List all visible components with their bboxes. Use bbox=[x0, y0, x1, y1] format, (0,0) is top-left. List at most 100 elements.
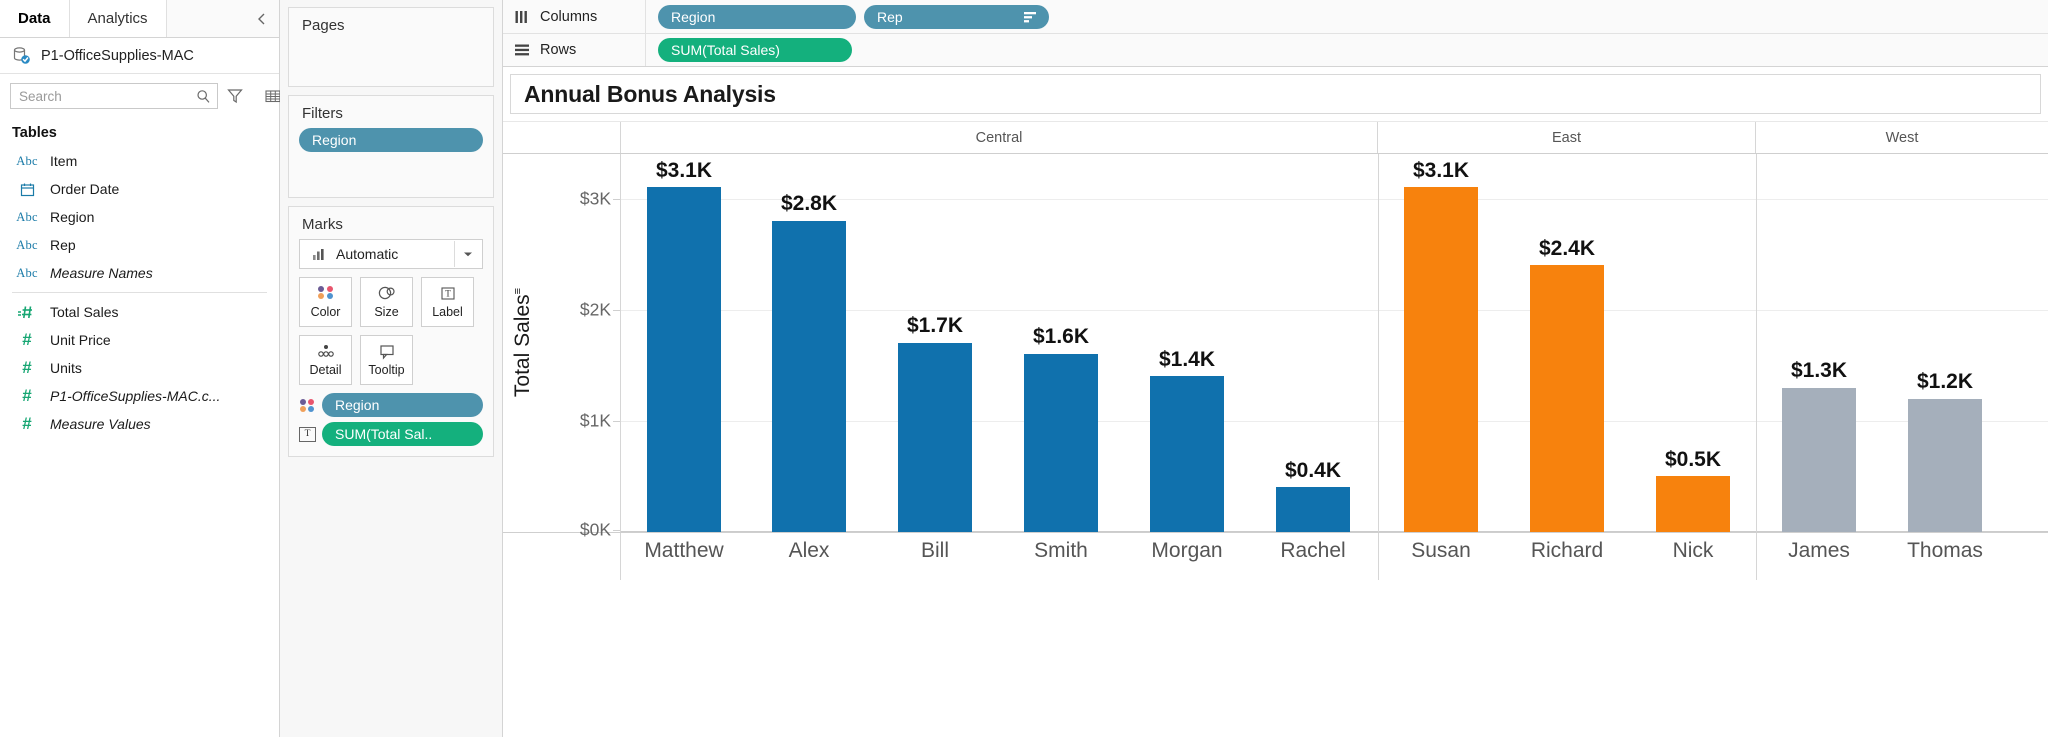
columns-pill-region[interactable]: Region bbox=[658, 4, 856, 29]
bar-nick[interactable] bbox=[1656, 476, 1730, 532]
tab-data[interactable]: Data bbox=[0, 0, 69, 37]
marks-detail-button[interactable]: Detail bbox=[299, 335, 352, 385]
field-label: Measure Values bbox=[50, 416, 151, 432]
field-list: Abc Item Order Date Abc Region Abc Rep A… bbox=[0, 147, 279, 438]
x-tick-thomas[interactable]: Thomas bbox=[1907, 539, 1983, 563]
pages-card-title: Pages bbox=[302, 17, 345, 34]
bar-alex[interactable] bbox=[772, 220, 846, 532]
marks-tooltip-button[interactable]: Tooltip bbox=[360, 335, 413, 385]
bar-matthew[interactable] bbox=[647, 187, 721, 532]
region-header-label: East bbox=[1551, 129, 1581, 146]
x-tick-alex[interactable]: Alex bbox=[789, 539, 830, 563]
region-header-central[interactable]: Central bbox=[621, 122, 1378, 153]
marks-label-label: Label bbox=[432, 305, 463, 319]
y-axis-title: Total Sales≡ bbox=[511, 263, 535, 423]
rows-label-text: Rows bbox=[540, 42, 577, 58]
filter-pill-region[interactable]: Region bbox=[299, 128, 483, 152]
bar-label: $1.3K bbox=[1790, 359, 1848, 383]
marks-pill-region[interactable]: Region bbox=[322, 393, 483, 417]
bar-label: $2.4K bbox=[1538, 236, 1596, 260]
field-item[interactable]: Abc Region bbox=[0, 203, 279, 231]
marks-size-button[interactable]: Size bbox=[360, 277, 413, 327]
y-tick-label: $1K bbox=[579, 410, 611, 431]
rows-pill-sum-total-sales[interactable]: SUM(Total Sales) bbox=[658, 38, 852, 62]
columns-label-text: Columns bbox=[540, 8, 598, 25]
columns-pill-label: Rep bbox=[877, 8, 903, 25]
mark-type-dropdown[interactable]: Automatic bbox=[299, 239, 483, 269]
bar-james[interactable] bbox=[1782, 387, 1856, 532]
region-header-west[interactable]: West bbox=[1756, 122, 2048, 153]
caret-down-icon[interactable] bbox=[454, 241, 480, 267]
bar-smith[interactable] bbox=[1024, 353, 1098, 532]
field-group-divider bbox=[12, 292, 267, 293]
abc-icon: Abc bbox=[16, 153, 38, 168]
columns-shelf-drop[interactable]: Region Rep bbox=[646, 0, 2048, 33]
field-item[interactable]: Abc Measure Names bbox=[0, 259, 279, 287]
search-icon bbox=[196, 89, 211, 104]
tooltip-bubble-icon bbox=[377, 343, 397, 360]
filter-funnel-icon[interactable] bbox=[226, 87, 244, 105]
y-axis[interactable]: Total Sales≡ $3K $2K $1K $0K bbox=[503, 154, 621, 540]
field-item[interactable]: Total Sales bbox=[0, 298, 279, 326]
marks-color-button[interactable]: Color bbox=[299, 277, 352, 327]
region-header-east[interactable]: East bbox=[1378, 122, 1756, 153]
bar-bill[interactable] bbox=[898, 343, 972, 532]
x-tick-morgan[interactable]: Morgan bbox=[1151, 539, 1222, 563]
field-item[interactable]: # P1-OfficeSupplies-MAC.c... bbox=[0, 382, 279, 410]
panel-divider bbox=[1756, 154, 1757, 532]
x-tick-james[interactable]: James bbox=[1788, 539, 1850, 563]
data-source-row[interactable]: P1-OfficeSupplies-MAC bbox=[0, 38, 279, 74]
tab-analytics[interactable]: Analytics bbox=[68, 0, 167, 37]
field-item[interactable]: # Unit Price bbox=[0, 326, 279, 354]
bar-label: $0.5K bbox=[1664, 447, 1722, 471]
bar-morgan[interactable] bbox=[1150, 376, 1224, 532]
chevron-left-icon bbox=[256, 12, 267, 26]
marks-card-title: Marks bbox=[302, 216, 343, 233]
sheet-title-bar[interactable]: Annual Bonus Analysis bbox=[510, 74, 2041, 114]
pages-card[interactable]: Pages bbox=[288, 7, 494, 87]
bar-label: $2.8K bbox=[780, 192, 838, 215]
x-tick-bill[interactable]: Bill bbox=[921, 539, 949, 563]
x-tick-susan[interactable]: Susan bbox=[1411, 539, 1471, 563]
field-label: Region bbox=[50, 209, 95, 225]
cards-column: Pages Filters Region Marks Automatic Col… bbox=[280, 0, 503, 737]
hash-icon: # bbox=[22, 358, 32, 377]
bar-richard[interactable] bbox=[1530, 265, 1604, 532]
marks-detail-label: Detail bbox=[309, 363, 342, 377]
x-tick-nick[interactable]: Nick bbox=[1673, 539, 1714, 563]
bar-thomas[interactable] bbox=[1908, 398, 1982, 532]
marks-pill-list: Region T SUM(Total Sal.. bbox=[299, 393, 483, 446]
marks-card: Marks Automatic Color Size T Label Detai… bbox=[288, 206, 494, 457]
bar-rachel[interactable] bbox=[1276, 487, 1350, 532]
rows-shelf[interactable]: Rows SUM(Total Sales) bbox=[503, 33, 2048, 66]
tab-data-label: Data bbox=[18, 10, 51, 27]
y-tick-label: $0K bbox=[579, 519, 611, 540]
hash-icon: # bbox=[22, 414, 32, 433]
data-pane: Data Analytics P1-OfficeSupplies-MAC Sea… bbox=[0, 0, 302, 737]
columns-shelf[interactable]: Columns Region Rep bbox=[503, 0, 2048, 33]
search-input[interactable] bbox=[19, 88, 196, 104]
label-text-icon: T bbox=[439, 285, 457, 302]
field-item[interactable]: Abc Item bbox=[0, 147, 279, 175]
data-pane-toolbar bbox=[0, 74, 302, 117]
sort-descending-icon: ≡ bbox=[512, 288, 524, 295]
field-label: P1-OfficeSupplies-MAC.c... bbox=[50, 388, 221, 404]
search-field[interactable] bbox=[10, 83, 218, 109]
collapse-pane-button[interactable] bbox=[244, 0, 279, 37]
rows-shelf-drop[interactable]: SUM(Total Sales) bbox=[646, 34, 2048, 66]
x-tick-smith[interactable]: Smith bbox=[1034, 539, 1088, 563]
bar-label: $1.4K bbox=[1158, 347, 1216, 371]
marks-pill-sum-total-sales[interactable]: SUM(Total Sal.. bbox=[322, 422, 483, 446]
x-tick-richard[interactable]: Richard bbox=[1531, 539, 1603, 563]
marks-label-button[interactable]: T Label bbox=[421, 277, 474, 327]
filters-card[interactable]: Filters Region bbox=[288, 95, 494, 198]
bar-susan[interactable] bbox=[1404, 187, 1478, 532]
field-item[interactable]: # Measure Values bbox=[0, 410, 279, 438]
field-item[interactable]: Order Date bbox=[0, 175, 279, 203]
field-item[interactable]: Abc Rep bbox=[0, 231, 279, 259]
field-item[interactable]: # Units bbox=[0, 354, 279, 382]
x-tick-matthew[interactable]: Matthew bbox=[644, 539, 723, 563]
x-tick-rachel[interactable]: Rachel bbox=[1280, 539, 1345, 563]
columns-pill-rep[interactable]: Rep bbox=[864, 4, 1049, 29]
abc-icon: Abc bbox=[16, 265, 38, 280]
